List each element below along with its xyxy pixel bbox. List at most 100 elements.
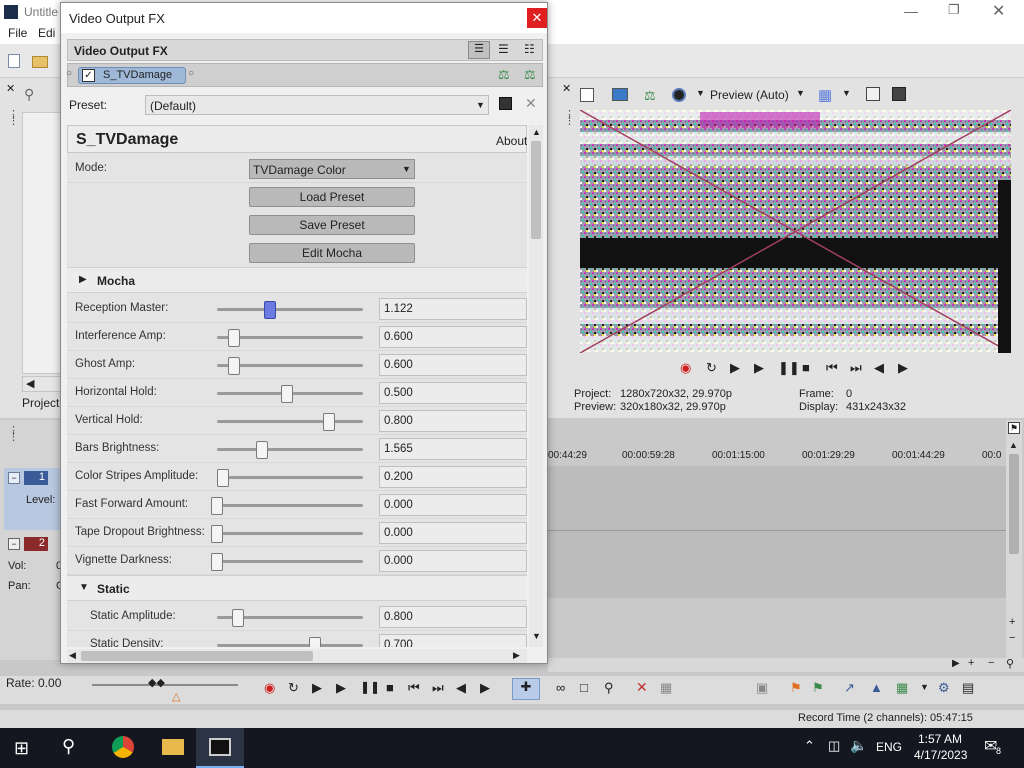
- search-icon[interactable]: ⚲: [62, 736, 75, 757]
- drag-handle[interactable]: ⋮ ⋮: [564, 110, 575, 127]
- param-value-field[interactable]: 0.800: [379, 410, 527, 432]
- next-frame-icon[interactable]: ▶: [480, 680, 490, 696]
- explorer-hscroll[interactable]: ◀: [22, 376, 62, 392]
- dropdown-icon[interactable]: ▼: [696, 88, 705, 98]
- scroll-thumb[interactable]: [1009, 454, 1019, 554]
- save-preset-button[interactable]: Save Preset: [249, 215, 415, 235]
- param-slider[interactable]: [217, 532, 363, 535]
- drag-handle[interactable]: ⋮ ⋮: [8, 110, 19, 127]
- param-value-field[interactable]: 0.500: [379, 382, 527, 404]
- static-section[interactable]: ▼ Static: [67, 575, 527, 601]
- save-preset-icon[interactable]: [499, 97, 512, 110]
- param-value-field[interactable]: 0.000: [379, 494, 527, 516]
- scroll-thumb[interactable]: [81, 651, 313, 661]
- zoom-tool-icon[interactable]: ⚲: [604, 680, 614, 696]
- param-slider-thumb[interactable]: [228, 357, 240, 375]
- pause-icon[interactable]: ❚❚: [778, 360, 800, 376]
- zoom-out-icon[interactable]: −: [1009, 632, 1015, 644]
- mocha-section[interactable]: ▶ Mocha: [67, 267, 527, 293]
- play-from-start-icon[interactable]: ▶: [730, 360, 740, 376]
- preview-settings-icon[interactable]: [580, 88, 594, 102]
- view-single-icon[interactable]: ☰: [468, 41, 490, 59]
- project-tab[interactable]: Project: [22, 396, 59, 410]
- close-icon[interactable]: ✕: [992, 1, 1005, 21]
- save-snapshot-icon[interactable]: [892, 87, 906, 101]
- chrome-icon[interactable]: [112, 736, 134, 758]
- scroll-left-icon[interactable]: ◀: [69, 650, 76, 661]
- trim-icon[interactable]: ▦: [660, 680, 672, 696]
- timeline-vscroll[interactable]: ⚑ ▲ + −: [1006, 420, 1022, 660]
- param-slider-thumb[interactable]: [211, 497, 223, 515]
- remove-plugin-icon[interactable]: ⚖: [524, 67, 536, 83]
- audio-track-header[interactable]: − 2 Vol: 0 Pan: C: [4, 534, 64, 598]
- go-to-start-icon[interactable]: ⏮: [408, 680, 420, 696]
- go-to-end-icon[interactable]: ⏭: [850, 360, 862, 376]
- param-value-field[interactable]: 0.000: [379, 522, 527, 544]
- dialog-close-button[interactable]: ✕: [527, 8, 547, 28]
- file-explorer-icon[interactable]: [162, 739, 184, 755]
- selection-tool-icon[interactable]: □: [580, 680, 588, 695]
- zoom-in-icon[interactable]: +: [1009, 616, 1015, 628]
- param-slider-thumb[interactable]: [228, 329, 240, 347]
- language-indicator[interactable]: ENG: [876, 740, 902, 754]
- view-triple-icon[interactable]: ☷: [524, 42, 535, 56]
- view-double-icon[interactable]: ☰: [498, 42, 509, 56]
- panel-hscroll[interactable]: ◀ ▶: [67, 649, 527, 663]
- panel-vscroll[interactable]: ▲ ▼: [529, 125, 543, 647]
- envelope-tool-icon[interactable]: ∞: [556, 680, 565, 695]
- record-icon[interactable]: ◉: [680, 360, 691, 376]
- play-icon[interactable]: ▶: [754, 360, 764, 376]
- param-value-field[interactable]: 0.600: [379, 354, 527, 376]
- plugin-chain-item[interactable]: ✓ S_TVDamage: [78, 67, 186, 84]
- rate-slider-thumb[interactable]: ◆◆: [148, 676, 165, 689]
- clock-time[interactable]: 1:57 AM: [918, 732, 962, 746]
- preview-close-icon[interactable]: ✕: [562, 82, 571, 95]
- load-preset-button[interactable]: Load Preset: [249, 187, 415, 207]
- ignore-grouping-icon[interactable]: ▤: [962, 680, 974, 696]
- param-slider[interactable]: [217, 448, 363, 451]
- overlay-icon[interactable]: [672, 88, 686, 102]
- prev-frame-icon[interactable]: ◀: [874, 360, 884, 376]
- vegas-taskbar-button[interactable]: [196, 728, 244, 768]
- grid-icon[interactable]: ▦: [818, 86, 832, 104]
- param-slider-thumb[interactable]: [309, 637, 321, 647]
- param-value-field[interactable]: 0.800: [379, 606, 527, 628]
- zoom-out-icon[interactable]: −: [988, 657, 994, 669]
- network-icon[interactable]: ◫: [828, 738, 840, 754]
- param-value-field[interactable]: 0.000: [379, 550, 527, 572]
- split-screen-icon[interactable]: ⚖: [644, 88, 656, 104]
- param-slider-thumb[interactable]: [323, 413, 335, 431]
- stop-icon[interactable]: ■: [802, 360, 810, 375]
- maximize-icon[interactable]: ❐: [948, 2, 960, 18]
- pause-icon[interactable]: ❚❚: [360, 680, 380, 694]
- dropdown-icon[interactable]: ▼: [842, 88, 851, 98]
- scroll-right-icon[interactable]: ▶: [952, 658, 960, 669]
- monitor-icon[interactable]: [612, 88, 628, 101]
- preset-dropdown[interactable]: (Default) ▼: [145, 95, 489, 115]
- param-slider-thumb[interactable]: [256, 441, 268, 459]
- loop-icon[interactable]: ↻: [706, 360, 717, 376]
- record-icon[interactable]: ◉: [264, 680, 275, 696]
- auto-crossfade-icon[interactable]: ▦: [896, 680, 908, 696]
- auto-ripple-icon[interactable]: ↗: [844, 680, 855, 696]
- param-value-field[interactable]: 0.700: [379, 634, 527, 647]
- about-link[interactable]: About: [496, 134, 527, 148]
- param-slider[interactable]: [217, 560, 363, 563]
- zoom-tool-icon[interactable]: ⚲: [1006, 657, 1014, 670]
- delete-preset-icon[interactable]: ✕: [525, 95, 537, 112]
- next-frame-icon[interactable]: ▶: [898, 360, 908, 376]
- stop-icon[interactable]: ■: [386, 680, 394, 695]
- open-folder-icon[interactable]: [32, 56, 48, 68]
- delete-icon[interactable]: ✕: [636, 679, 648, 696]
- go-to-start-icon[interactable]: ⏮: [826, 360, 838, 376]
- param-value-field[interactable]: 0.200: [379, 466, 527, 488]
- loop-icon[interactable]: ↻: [288, 680, 299, 696]
- mode-dropdown[interactable]: TVDamage Color ▼: [249, 159, 415, 179]
- copy-snapshot-icon[interactable]: [866, 87, 880, 101]
- param-slider-thumb[interactable]: [264, 301, 276, 319]
- play-icon[interactable]: ▶: [336, 680, 346, 696]
- zoom-in-icon[interactable]: +: [968, 657, 974, 669]
- rate-slider[interactable]: [92, 684, 238, 686]
- scroll-up-icon[interactable]: ▲: [532, 127, 541, 137]
- param-slider[interactable]: [217, 504, 363, 507]
